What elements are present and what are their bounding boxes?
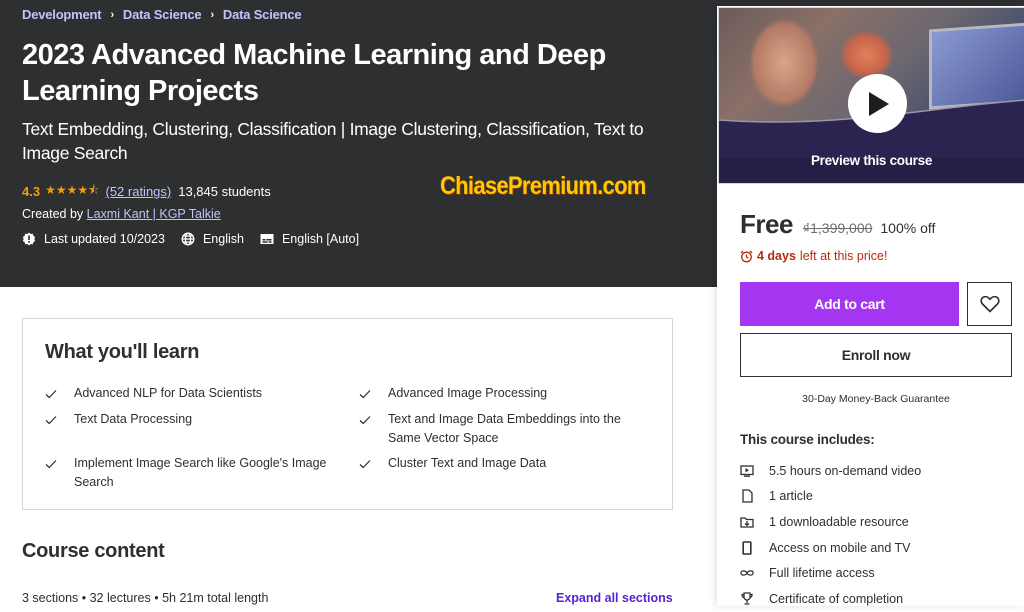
mobile-icon bbox=[740, 540, 754, 555]
captions-icon bbox=[260, 234, 274, 244]
timer-days: 4 days bbox=[757, 249, 796, 263]
includes-item: 5.5 hours on-demand video bbox=[740, 458, 921, 484]
video-icon bbox=[740, 465, 754, 477]
learn-item: Advanced Image Processing bbox=[359, 384, 649, 405]
captions: English [Auto] bbox=[260, 232, 359, 246]
breadcrumb-data-science[interactable]: Data Science bbox=[123, 7, 202, 22]
learn-item: Text Data Processing bbox=[45, 410, 335, 431]
discount-percent: 100% off bbox=[880, 220, 936, 236]
globe-icon bbox=[181, 232, 195, 246]
language-text: English bbox=[202, 232, 244, 246]
alert-badge-icon bbox=[22, 232, 36, 246]
learn-item-text: Text Data Processing bbox=[74, 412, 193, 426]
breadcrumb-development[interactable]: Development bbox=[22, 7, 102, 22]
includes-item: Access on mobile and TV bbox=[740, 535, 921, 561]
rating-value: 4.3 bbox=[22, 184, 41, 199]
discount-timer: 4 days left at this price! bbox=[740, 249, 887, 263]
price-row: Free ₫1,399,000 100% off bbox=[740, 209, 935, 240]
play-icon bbox=[868, 91, 889, 116]
article-icon bbox=[740, 489, 754, 504]
includes-item: Full lifetime access bbox=[740, 560, 921, 586]
check-icon bbox=[359, 454, 373, 475]
learn-item-text: Advanced NLP for Data Scientists bbox=[74, 386, 263, 400]
captions-text: English [Auto] bbox=[281, 232, 360, 246]
includes-item-text: Certificate of completion bbox=[769, 591, 904, 606]
course-includes-list: 5.5 hours on-demand video 1 article 1 do… bbox=[740, 458, 921, 612]
what-youll-learn-box: What you'll learn Advanced NLP for Data … bbox=[22, 318, 673, 510]
watermark-text: ChiasePremium.com bbox=[440, 172, 646, 200]
last-updated: Last updated 10/2023 bbox=[22, 232, 165, 246]
includes-item-text: Access on mobile and TV bbox=[769, 540, 911, 555]
course-content-stats: 3 sections • 32 lectures • 5h 21m total … bbox=[22, 591, 269, 605]
trophy-icon bbox=[740, 592, 754, 605]
course-content-title: Course content bbox=[22, 540, 165, 562]
last-updated-text: Last updated 10/2023 bbox=[44, 232, 165, 246]
chevron-right-icon: › bbox=[210, 8, 214, 21]
original-price: ₫1,399,000 bbox=[802, 220, 873, 236]
star-rating-icon: ★★★★⯪ bbox=[45, 183, 100, 197]
what-youll-learn-title: What you'll learn bbox=[45, 341, 200, 363]
infinity-icon bbox=[740, 569, 754, 577]
check-icon bbox=[359, 384, 373, 405]
check-icon bbox=[45, 410, 59, 431]
check-icon bbox=[45, 454, 59, 491]
course-meta: Last updated 10/2023 English English [Au… bbox=[22, 232, 375, 246]
course-includes-title: This course includes: bbox=[740, 432, 875, 447]
expand-all-sections-link[interactable]: Expand all sections bbox=[556, 591, 673, 605]
play-button[interactable] bbox=[848, 74, 907, 133]
course-title: 2023 Advanced Machine Learning and Deep … bbox=[22, 39, 606, 107]
instructor-link[interactable]: Laxmi Kant | KGP Talkie bbox=[87, 207, 221, 221]
learn-item: Implement Image Search like Google's Ima… bbox=[45, 454, 335, 491]
includes-item-text: 1 downloadable resource bbox=[769, 514, 909, 529]
learn-item-text: Text and Image Data Embeddings into the … bbox=[388, 412, 621, 445]
includes-item-text: 5.5 hours on-demand video bbox=[769, 463, 922, 478]
course-subtitle: Text Embedding, Clustering, Classificati… bbox=[22, 119, 644, 163]
breadcrumb: Development › Data Science › Data Scienc… bbox=[22, 7, 302, 22]
preview-course-label: Preview this course bbox=[810, 153, 933, 168]
students-count: 13,845 students bbox=[178, 184, 271, 199]
learn-item: Advanced NLP for Data Scientists bbox=[45, 384, 335, 405]
check-icon bbox=[359, 410, 373, 447]
includes-item-text: 1 article bbox=[769, 489, 813, 504]
language: English bbox=[181, 232, 244, 246]
ratings-count-link[interactable]: (52 ratings) bbox=[105, 184, 171, 199]
learn-item-text: Advanced Image Processing bbox=[388, 386, 548, 400]
heart-icon bbox=[979, 295, 1000, 313]
money-back-guarantee: 30-Day Money-Back Guarantee bbox=[802, 393, 950, 405]
learn-item-text: Cluster Text and Image Data bbox=[388, 456, 547, 470]
includes-item-text: Full lifetime access bbox=[769, 566, 875, 581]
timer-text: left at this price! bbox=[799, 249, 888, 263]
enroll-now-button[interactable]: Enroll now bbox=[740, 333, 1012, 377]
breadcrumb-data-science-sub[interactable]: Data Science bbox=[223, 7, 302, 22]
learn-item: Cluster Text and Image Data bbox=[359, 454, 649, 475]
purchase-sidebar: Preview this course Free ₫1,399,000 100%… bbox=[717, 6, 1024, 606]
learn-item: Text and Image Data Embeddings into the … bbox=[359, 410, 649, 447]
includes-item: 1 downloadable resource bbox=[740, 509, 921, 535]
download-folder-icon bbox=[740, 516, 754, 528]
rating-row: 4.3 ★★★★⯪ (52 ratings) 13,845 students bbox=[22, 181, 271, 202]
check-icon bbox=[45, 384, 59, 405]
current-price: Free bbox=[740, 209, 793, 239]
alarm-clock-icon bbox=[740, 250, 753, 262]
add-to-cart-button[interactable]: Add to cart bbox=[740, 282, 959, 326]
includes-item: Certificate of completion bbox=[740, 586, 921, 612]
wishlist-button[interactable] bbox=[967, 282, 1012, 326]
course-preview-video[interactable]: Preview this course bbox=[718, 7, 1024, 184]
learn-item-text: Implement Image Search like Google's Ima… bbox=[74, 456, 327, 489]
created-by: Created by Laxmi Kant | KGP Talkie bbox=[22, 207, 221, 221]
includes-item: 1 article bbox=[740, 484, 921, 510]
created-by-label: Created by bbox=[22, 207, 84, 221]
chevron-right-icon: › bbox=[110, 8, 114, 21]
